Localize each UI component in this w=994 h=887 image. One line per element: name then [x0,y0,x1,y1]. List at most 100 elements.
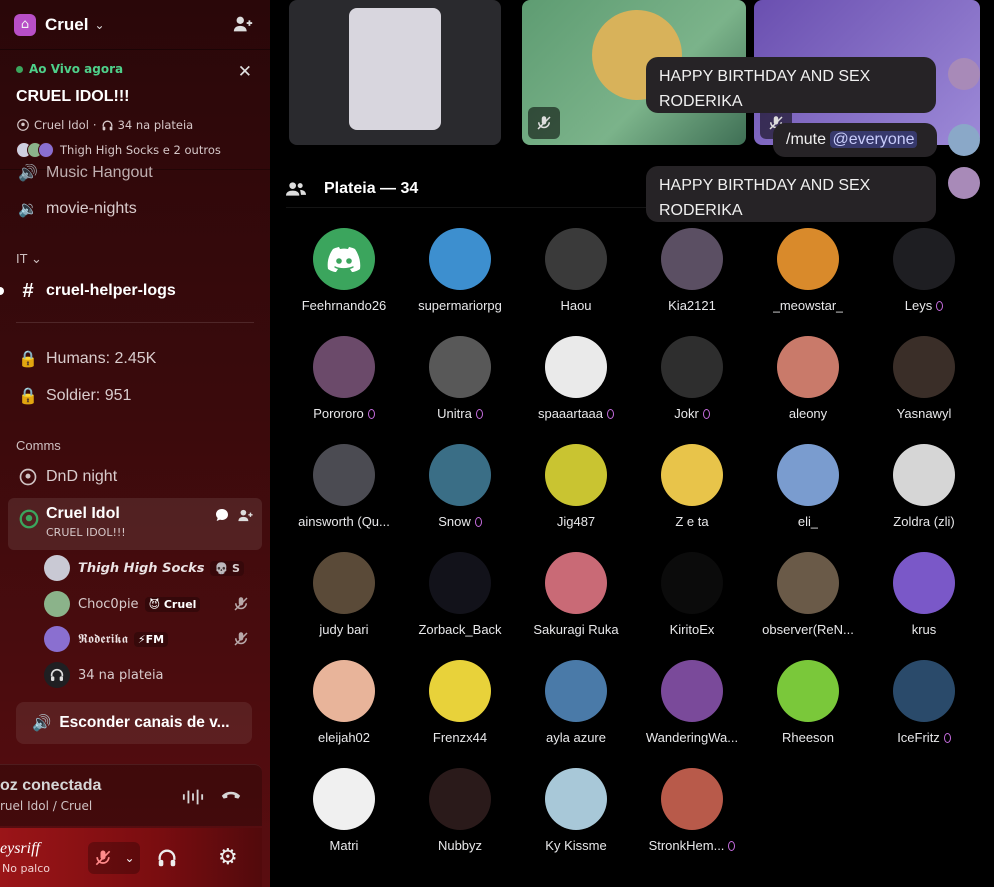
audience-member[interactable]: Z e ta [634,444,750,552]
channel-movie-nights[interactable]: 🔉 movie-nights [8,192,262,226]
audience-member[interactable]: krus [866,552,982,660]
audience-member[interactable]: _meowstar_ [750,228,866,336]
channel-cruel-idol-active[interactable]: Cruel Idol CRUEL IDOL!!! [8,498,262,550]
audience-member[interactable]: Kia2121 [634,228,750,336]
audience-member[interactable]: supermariorpg [402,228,518,336]
audience-member[interactable]: Jokr [634,336,750,444]
category-it[interactable]: IT ⌄ [16,251,42,267]
stage-audience-count: 34 na plateia [117,118,194,132]
audience-member[interactable]: eli_ [750,444,866,552]
member-name: observer(ReN... [762,622,854,637]
audience-member[interactable]: StronkHem... [634,768,750,876]
username[interactable]: eysriff [0,840,40,858]
audience-member[interactable]: Rheeson [750,660,866,768]
member-name: Nubbyz [437,838,483,853]
avatar [893,336,955,398]
member-name: krus [911,622,937,637]
channel-humans-count[interactable]: 🔒 Humans: 2.45K [8,342,262,376]
chat-bubble-icon[interactable] [214,507,230,523]
lock-icon: 🔒 [18,351,38,368]
server-header[interactable]: ⌂ Cruel ⌄ [0,0,270,50]
channel-soldier-count[interactable]: 🔒 Soldier: 951 [8,379,262,413]
audience-count-row[interactable]: 34 na plateia [44,660,256,690]
audience-member[interactable]: Snow [402,444,518,552]
close-icon[interactable]: ✕ [238,62,252,82]
chevron-down-icon: ⌄ [30,251,42,266]
member-name: KiritoEx [669,622,715,637]
mic-toggle-button[interactable]: ⌄ [88,842,140,874]
stage-live-card[interactable]: Ao Vivo agora ✕ CRUEL IDOL!!! Cruel Idol… [0,52,270,170]
audience-member[interactable]: Zoldra (zli) [866,444,982,552]
audience-member[interactable]: spaaartaaa [518,336,634,444]
audience-member[interactable]: Yasnawyl [866,336,982,444]
speaker-tile[interactable] [289,0,501,145]
audience-member[interactable]: ayla azure [518,660,634,768]
stage-speakers: Thigh High Socks e 2 outros [16,142,254,158]
active-channel-topic: CRUEL IDOL!!! [46,526,126,539]
audience-member[interactable]: Porororo [286,336,402,444]
audience-member[interactable]: IceFritz [866,660,982,768]
audience-member[interactable]: Frenzx44 [402,660,518,768]
avatar [545,336,607,398]
muted-indicator [528,107,560,139]
stage-host: Cruel Idol [34,118,89,132]
audience-label: Plateia — 34 [324,179,419,197]
soundwave-icon[interactable] [182,787,204,807]
audience-member[interactable]: Feehrnando26 [286,228,402,336]
audience-member[interactable]: KiritoEx [634,552,750,660]
category-comms[interactable]: Comms [16,438,61,453]
avatar [545,228,607,290]
audience-member[interactable]: Ky Kissme [518,768,634,876]
audience-member[interactable]: aleony [750,336,866,444]
avatar [545,444,607,506]
headphones-icon[interactable] [156,847,178,869]
avatar [777,444,839,506]
audience-member[interactable]: observer(ReN... [750,552,866,660]
channel-cruel-helper-logs[interactable]: # cruel-helper-logs [8,274,262,308]
avatar [429,228,491,290]
speaker-icon: 🔊 [18,165,38,182]
boost-badge-icon [474,516,482,527]
audience-member[interactable]: Sakuragi Ruka [518,552,634,660]
audience-member[interactable]: judy bari [286,552,402,660]
avatar [661,228,723,290]
audience-member[interactable]: ainsworth (Qu... [286,444,402,552]
audience-member[interactable]: Nubbyz [402,768,518,876]
member-name: Zorback_Back [418,622,502,637]
channel-sidebar: ⌂ Cruel ⌄ Ao Vivo agora ✕ CRUEL IDOL!!! … [0,0,270,887]
voice-user-row[interactable]: 𝙏𝙝𝙞𝙜𝙝 𝙃𝙞𝙜𝙝 𝙎𝙤𝙘𝙠𝙨 💀 S [44,553,256,583]
audience-member[interactable]: Haou [518,228,634,336]
add-member-icon[interactable] [232,13,254,35]
audience-member[interactable]: eleijah02 [286,660,402,768]
avatar [429,768,491,830]
voice-user-row[interactable]: 𝕽𝖔𝖉𝖊𝖗𝖎𝖐𝖆 ⚡FM [44,624,256,654]
channel-music-hangout[interactable]: 🔊 Music Hangout [8,164,262,182]
boost-badge-icon [607,408,615,419]
channel-dnd-night[interactable]: DnD night [8,460,262,494]
gear-icon[interactable]: ⚙ [218,845,238,870]
member-name: ayla azure [546,730,606,745]
disconnect-icon[interactable] [220,787,242,803]
audience-member[interactable]: Unitra [402,336,518,444]
user-status: No palco [2,862,51,875]
audience-member[interactable]: Matri [286,768,402,876]
member-name: Frenzx44 [432,730,488,745]
hash-icon: # [22,279,34,302]
audience-member[interactable]: Jig487 [518,444,634,552]
member-name: Zoldra (zli) [893,514,955,529]
voice-location[interactable]: ruel Idol / Cruel [0,799,92,813]
avatar [313,552,375,614]
mention-everyone[interactable]: @everyone [830,131,917,148]
add-member-icon[interactable] [237,507,254,524]
avatar [313,444,375,506]
avatar [313,660,375,722]
audience-member[interactable]: Zorback_Back [402,552,518,660]
audience-member[interactable]: Leys [866,228,982,336]
hide-voice-channels-button[interactable]: 🔊 Esconder canais de v... [16,702,252,744]
speaker-icon: 🔊 [32,714,52,732]
audience-member[interactable]: WanderingWa... [634,660,750,768]
home-icon: ⌂ [14,13,36,36]
member-name: WanderingWa... [645,730,739,745]
chevron-down-icon[interactable]: ⌄ [124,851,134,865]
voice-user-row[interactable]: Choc0pie 😈 Cruel [44,589,256,619]
